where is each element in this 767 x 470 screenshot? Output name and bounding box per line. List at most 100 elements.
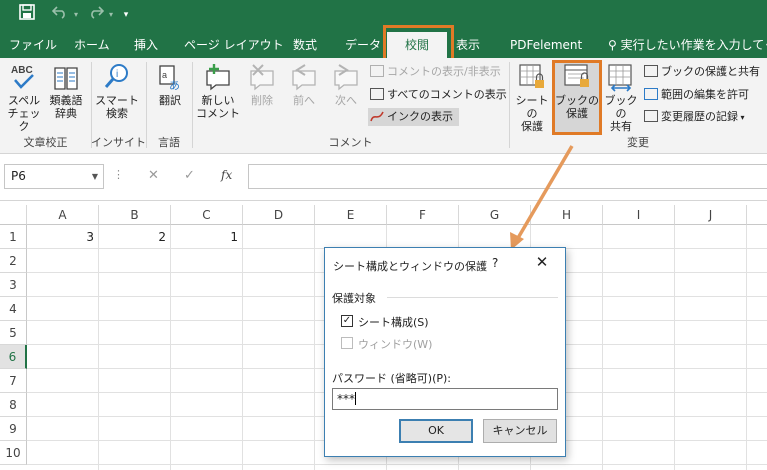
- protect-sheet-icon: [517, 62, 547, 92]
- column-header[interactable]: F: [387, 205, 459, 225]
- row-header[interactable]: 2: [0, 249, 27, 273]
- column-header[interactable]: A: [27, 205, 99, 225]
- formula-bar: P6 ▼ ⋮ ✕ ✓ fx: [0, 155, 767, 201]
- ink-icon: [370, 110, 384, 122]
- row-header[interactable]: 1: [0, 225, 27, 249]
- allow-edit-ranges-button[interactable]: 範囲の編集を許可: [644, 86, 749, 104]
- column-header[interactable]: E: [315, 205, 387, 225]
- tell-me-box[interactable]: ⚲ 実行したい作業を入力してくだ: [608, 30, 767, 58]
- tell-me-text: 実行したい作業を入力してくだ: [620, 38, 767, 52]
- tab-formulas[interactable]: 数式: [293, 30, 317, 58]
- row-header[interactable]: 8: [0, 393, 27, 417]
- svg-text:あ: あ: [169, 79, 180, 92]
- gridline: [746, 225, 747, 470]
- name-box-dropdown-icon[interactable]: ▼: [92, 165, 98, 188]
- translate-button[interactable]: aあ 翻訳: [150, 62, 190, 107]
- password-field[interactable]: ***: [332, 388, 558, 410]
- tab-insert[interactable]: 挿入: [134, 30, 158, 58]
- tab-page-layout[interactable]: ページ レイアウト: [184, 30, 284, 58]
- smart-lookup-button[interactable]: i スマート 検索: [94, 62, 140, 120]
- cell-b1[interactable]: 2: [99, 225, 170, 249]
- insert-function-icon[interactable]: fx: [221, 168, 232, 182]
- show-ink-button[interactable]: インクの表示: [368, 108, 459, 126]
- cell-a1[interactable]: 3: [27, 225, 98, 249]
- ok-button[interactable]: OK: [399, 419, 473, 443]
- gridline: [242, 225, 243, 470]
- gridline: [674, 225, 675, 470]
- spell-check-icon: ABC: [9, 62, 39, 92]
- windows-label[interactable]: ウィンドウ(W): [358, 336, 432, 352]
- column-header[interactable]: G: [459, 205, 531, 225]
- password-label: パスワード (省略可)(P):: [332, 372, 452, 385]
- column-header[interactable]: B: [99, 205, 171, 225]
- thesaurus-button[interactable]: 類義語 辞典: [46, 62, 86, 120]
- row-header[interactable]: 9: [0, 417, 27, 441]
- cancel-icon[interactable]: ✕: [148, 168, 159, 183]
- protect-and-share-button[interactable]: ブックの保護と共有: [644, 63, 760, 81]
- row-header[interactable]: 10: [0, 441, 27, 465]
- column-header[interactable]: I: [603, 205, 675, 225]
- help-icon[interactable]: ?: [492, 256, 498, 270]
- group-label-proofing: 文章校正: [23, 136, 68, 149]
- formula-input[interactable]: [248, 164, 767, 189]
- share-workbook-icon: [606, 62, 636, 92]
- new-comment-button[interactable]: 新しい コメント: [196, 62, 240, 120]
- chevron-down-icon: ▾: [738, 113, 745, 122]
- row-header[interactable]: 7: [0, 369, 27, 393]
- save-icon[interactable]: [16, 4, 38, 26]
- column-header[interactable]: J: [675, 205, 747, 225]
- lightbulb-icon: ⚲: [608, 38, 621, 52]
- tab-home[interactable]: ホーム: [74, 30, 110, 58]
- column-header[interactable]: C: [171, 205, 243, 225]
- show-hide-comment-button[interactable]: コメントの表示/非表示: [370, 63, 501, 81]
- group-label-comments: コメント: [328, 136, 373, 149]
- show-all-comments-button[interactable]: すべてのコメントの表示: [370, 86, 507, 104]
- previous-comment-button[interactable]: 前へ: [284, 62, 324, 107]
- structure-checkbox[interactable]: ✓: [341, 315, 353, 327]
- dialog-title: シート構成とウィンドウの保護: [333, 260, 487, 273]
- tab-pdfelement[interactable]: PDFelement: [510, 30, 582, 58]
- row-header[interactable]: 5: [0, 321, 27, 345]
- structure-label[interactable]: シート構成(S): [358, 314, 429, 330]
- tab-data[interactable]: データ: [345, 30, 381, 58]
- show-all-comments-icon: [370, 88, 384, 100]
- share-workbook-button[interactable]: ブックの 共有: [600, 62, 642, 133]
- enter-icon[interactable]: ✓: [184, 168, 195, 183]
- splitter-handle[interactable]: ⋮: [113, 168, 124, 181]
- delete-comment-button[interactable]: 削除: [242, 62, 282, 107]
- group-label-language: 言語: [158, 136, 180, 149]
- protect-sheet-button[interactable]: シートの 保護: [511, 62, 553, 133]
- track-changes-button[interactable]: 変更履歴の記録 ▾: [644, 108, 745, 126]
- customize-qat-icon[interactable]: ▾: [120, 4, 132, 26]
- undo-icon[interactable]: [50, 4, 70, 26]
- select-all-corner[interactable]: [0, 205, 27, 225]
- undo-dropdown-icon[interactable]: ▾: [72, 4, 80, 26]
- tab-view[interactable]: 表示: [456, 30, 480, 58]
- windows-checkbox[interactable]: [341, 337, 353, 349]
- delete-comment-icon: [247, 62, 277, 92]
- group-label-changes: 変更: [627, 136, 649, 149]
- group-divider: [387, 297, 558, 298]
- new-comment-icon: [203, 62, 233, 92]
- row-header-selected[interactable]: 6: [0, 345, 27, 369]
- next-comment-button[interactable]: 次へ: [326, 62, 366, 107]
- cancel-button[interactable]: キャンセル: [483, 419, 557, 443]
- redo-icon[interactable]: [86, 4, 106, 26]
- row-header[interactable]: 4: [0, 297, 27, 321]
- text-caret: [355, 392, 356, 405]
- spell-check-button[interactable]: ABC スペル チェック: [4, 62, 44, 133]
- column-header-edge: [747, 205, 767, 225]
- gridline: [98, 225, 99, 470]
- gridline: [314, 225, 315, 470]
- name-box[interactable]: P6 ▼: [4, 164, 104, 189]
- tab-file[interactable]: ファイル: [9, 30, 57, 58]
- redo-dropdown-icon[interactable]: ▾: [107, 4, 115, 26]
- gridline: [170, 225, 171, 470]
- column-header[interactable]: D: [243, 205, 315, 225]
- column-header[interactable]: H: [531, 205, 603, 225]
- cell-c1[interactable]: 1: [171, 225, 242, 249]
- close-icon[interactable]: ✕: [532, 253, 552, 271]
- row-header[interactable]: 3: [0, 273, 27, 297]
- track-changes-icon: [644, 110, 658, 122]
- gridline: [27, 464, 767, 465]
